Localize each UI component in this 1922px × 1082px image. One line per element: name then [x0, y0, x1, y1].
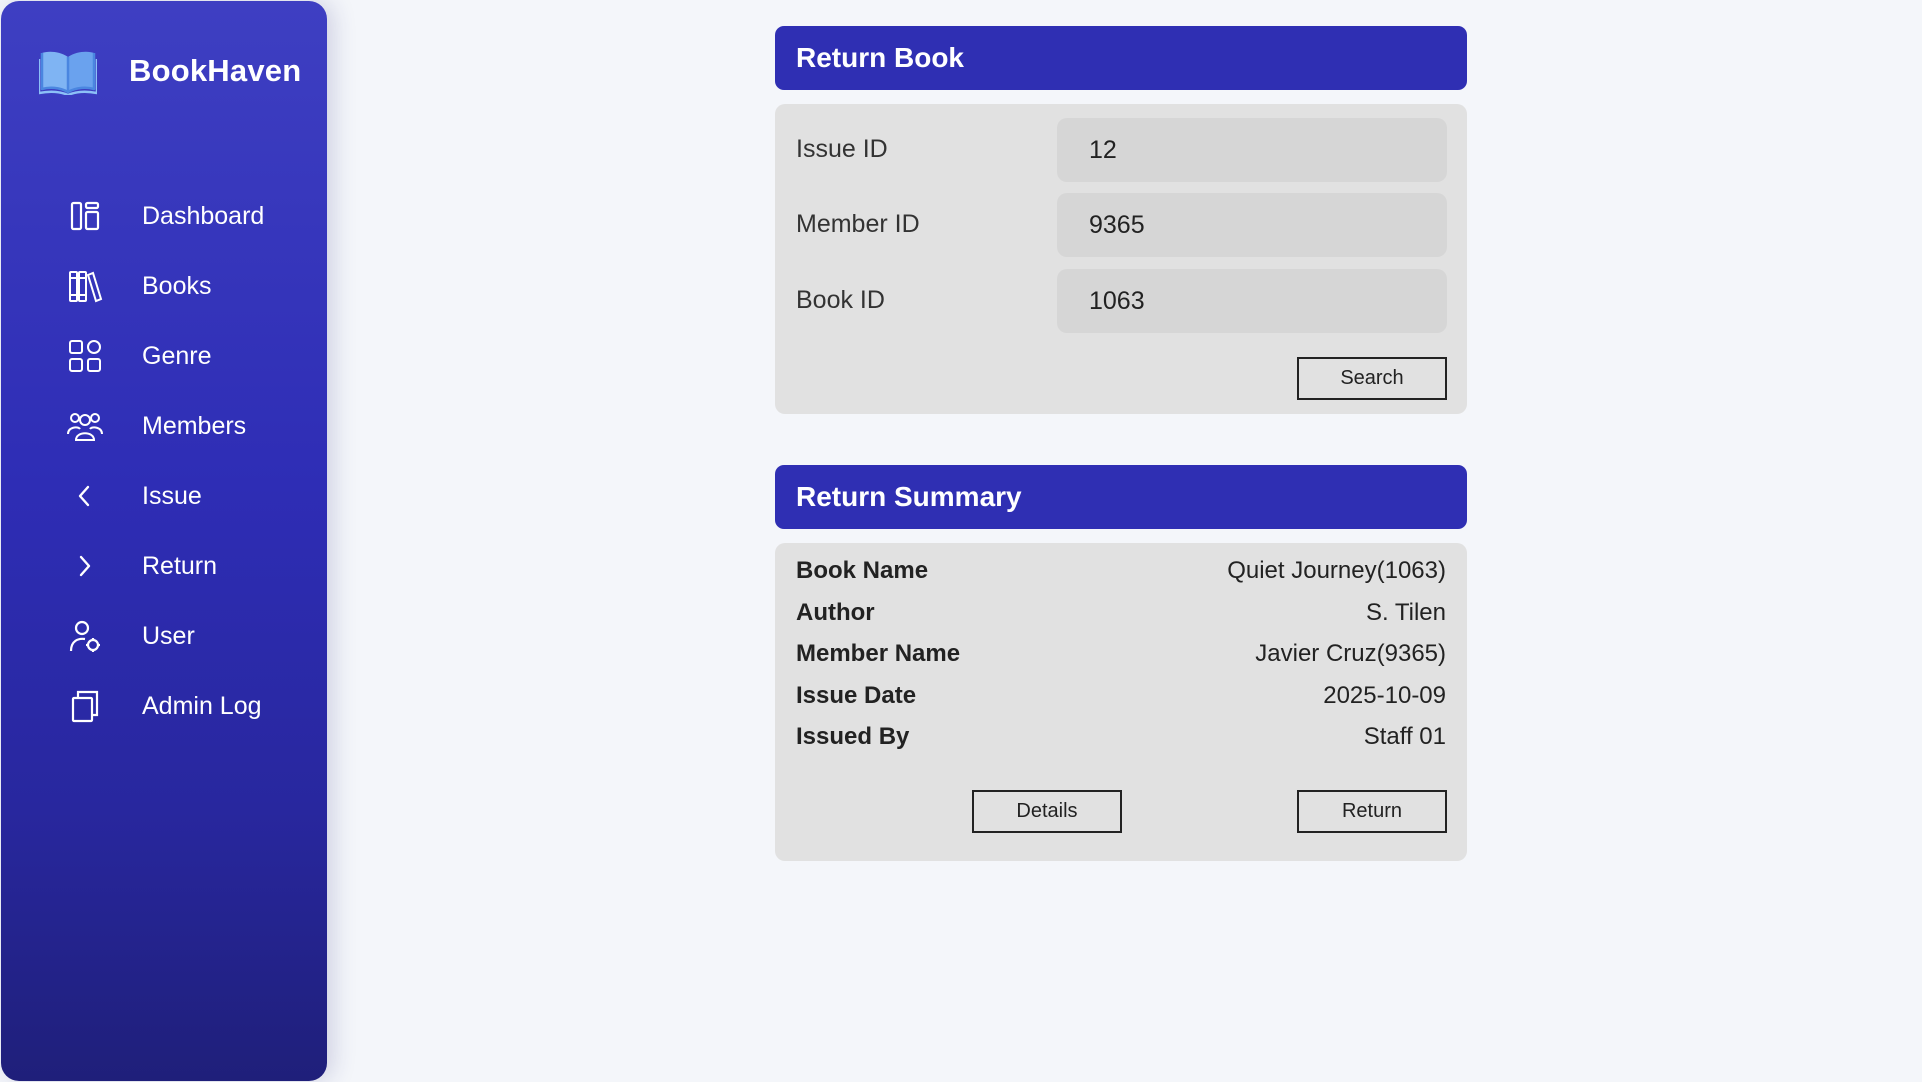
summary-key: Book Name — [796, 557, 929, 584]
return-book-card: Return Book Issue ID Member ID Book ID S… — [775, 26, 1467, 414]
book-id-field[interactable] — [1057, 269, 1447, 333]
summary-key: Issued By — [796, 723, 910, 750]
book-id-row: Book ID — [775, 269, 1467, 333]
genre-grid-icon — [65, 336, 105, 376]
user-icon — [65, 616, 105, 656]
sidebar-item-user[interactable]: User — [1, 601, 327, 671]
summary-value: Javier Cruz(9365) — [1255, 640, 1446, 667]
copy-icon — [65, 686, 105, 726]
summary-row-issued-by: Issued By Staff 01 — [796, 723, 1446, 753]
sidebar-nav: Dashboard Books Genre Members Issue Retu… — [1, 181, 327, 741]
summary-row-issue-date: Issue Date 2025-10-09 — [796, 682, 1446, 712]
sidebar-item-admin-log[interactable]: Admin Log — [1, 671, 327, 741]
summary-value: Quiet Journey(1063) — [1227, 557, 1446, 584]
sidebar-item-issue[interactable]: Issue — [1, 461, 327, 531]
return-book-form: Issue ID Member ID Book ID Search — [775, 104, 1467, 414]
return-summary-card: Return Summary Book Name Quiet Journey(1… — [775, 465, 1467, 861]
issue-id-row: Issue ID — [775, 118, 1467, 182]
summary-key: Author — [796, 599, 875, 626]
sidebar-item-genre[interactable]: Genre — [1, 321, 327, 391]
member-id-row: Member ID — [775, 193, 1467, 257]
dashboard-icon — [65, 196, 105, 236]
sidebar-item-label: Admin Log — [142, 691, 262, 720]
sidebar-item-label: Members — [142, 411, 247, 440]
chevron-left-icon — [65, 476, 105, 516]
summary-row-book-name: Book Name Quiet Journey(1063) — [796, 557, 1446, 587]
return-button[interactable]: Return — [1297, 790, 1447, 833]
brand[interactable]: BookHaven — [39, 45, 301, 97]
sidebar-item-books[interactable]: Books — [1, 251, 327, 321]
sidebar-item-label: Books — [142, 271, 212, 300]
member-id-label: Member ID — [796, 210, 920, 238]
sidebar-item-label: Genre — [142, 341, 212, 370]
sidebar-item-return[interactable]: Return — [1, 531, 327, 601]
chevron-right-icon — [65, 546, 105, 586]
return-book-header: Return Book — [775, 26, 1467, 90]
open-book-logo-icon — [39, 51, 97, 95]
issue-id-label: Issue ID — [796, 135, 888, 163]
details-button[interactable]: Details — [972, 790, 1122, 833]
summary-row-member-name: Member Name Javier Cruz(9365) — [796, 640, 1446, 670]
summary-value: S. Tilen — [1365, 599, 1446, 626]
return-summary-body: Book Name Quiet Journey(1063) Author S. … — [775, 543, 1467, 861]
search-button[interactable]: Search — [1297, 357, 1447, 400]
members-icon — [65, 406, 105, 446]
issue-id-field[interactable] — [1057, 118, 1447, 182]
sidebar-item-label: Return — [142, 551, 218, 580]
summary-value: Staff 01 — [1363, 723, 1446, 750]
member-id-field[interactable] — [1057, 193, 1447, 257]
books-icon — [65, 266, 105, 306]
app-root: BookHaven Dashboard Books Genre Members … — [0, 0, 1922, 1082]
return-summary-header: Return Summary — [775, 465, 1467, 529]
sidebar-item-members[interactable]: Members — [1, 391, 327, 461]
sidebar-item-dashboard[interactable]: Dashboard — [1, 181, 327, 251]
sidebar-item-label: Issue — [142, 481, 202, 510]
summary-key: Issue Date — [796, 682, 917, 709]
sidebar-item-label: Dashboard — [142, 201, 265, 230]
brand-name: BookHaven — [129, 53, 302, 88]
sidebar-item-label: User — [142, 621, 195, 650]
summary-value: 2025-10-09 — [1323, 682, 1446, 709]
summary-key: Member Name — [796, 640, 961, 667]
sidebar: BookHaven Dashboard Books Genre Members … — [1, 1, 327, 1081]
book-id-label: Book ID — [796, 286, 885, 314]
summary-row-author: Author S. Tilen — [796, 599, 1446, 629]
